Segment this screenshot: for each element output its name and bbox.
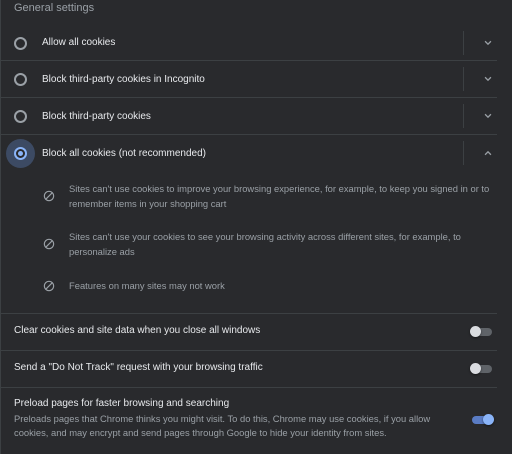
option-label-allow-all: Allow all cookies [42, 37, 116, 48]
toggle-clear-on-exit[interactable] [470, 325, 494, 337]
setting-label-preload-pages: Preload pages for faster browsing and se… [14, 398, 230, 409]
option-label-block-third-party: Block third-party cookies [42, 111, 151, 122]
block-icon [42, 189, 56, 203]
option-label-block-incognito: Block third-party cookies in Incognito [42, 74, 205, 85]
vertical-separator [463, 67, 464, 91]
toggle-knob [483, 414, 494, 425]
block-icon [42, 237, 56, 251]
chevron-down-icon[interactable] [481, 109, 495, 123]
divider [1, 313, 497, 314]
detail-text-keep-signed-in: Sites can't use cookies to improve your … [69, 183, 490, 209]
divider [1, 60, 497, 61]
vertical-separator [463, 104, 464, 128]
detail-text-personalize-ads: Sites can't use your cookies to see your… [69, 231, 461, 257]
divider [1, 134, 497, 135]
radio-block-all-cookies[interactable] [14, 147, 27, 160]
setting-description-preload-pages: Preloads pages that Chrome thinks you mi… [14, 413, 431, 438]
chevron-down-icon[interactable] [481, 72, 495, 86]
toggle-knob [470, 363, 481, 374]
vertical-separator [463, 31, 464, 55]
setting-label-do-not-track: Send a "Do Not Track" request with your … [14, 362, 263, 373]
divider [1, 350, 497, 351]
radio-block-third-party-incognito[interactable] [14, 73, 27, 86]
option-label-block-all: Block all cookies (not recommended) [42, 148, 206, 159]
toggle-knob [470, 326, 481, 337]
radio-block-third-party[interactable] [14, 110, 27, 123]
chevron-up-icon[interactable] [481, 146, 495, 160]
detail-text-features: Features on many sites may not work [69, 280, 225, 291]
cookie-settings-panel: General settings Allow all cookies Block… [0, 0, 512, 454]
chevron-down-icon[interactable] [481, 36, 495, 50]
divider [1, 387, 497, 388]
block-icon [42, 279, 56, 293]
divider [1, 97, 497, 98]
section-title: General settings [14, 2, 95, 14]
vertical-separator [463, 141, 464, 165]
setting-label-clear-on-exit: Clear cookies and site data when you clo… [14, 325, 261, 336]
radio-allow-all-cookies[interactable] [14, 37, 27, 50]
toggle-preload-pages[interactable] [470, 413, 494, 425]
toggle-do-not-track[interactable] [470, 362, 494, 374]
